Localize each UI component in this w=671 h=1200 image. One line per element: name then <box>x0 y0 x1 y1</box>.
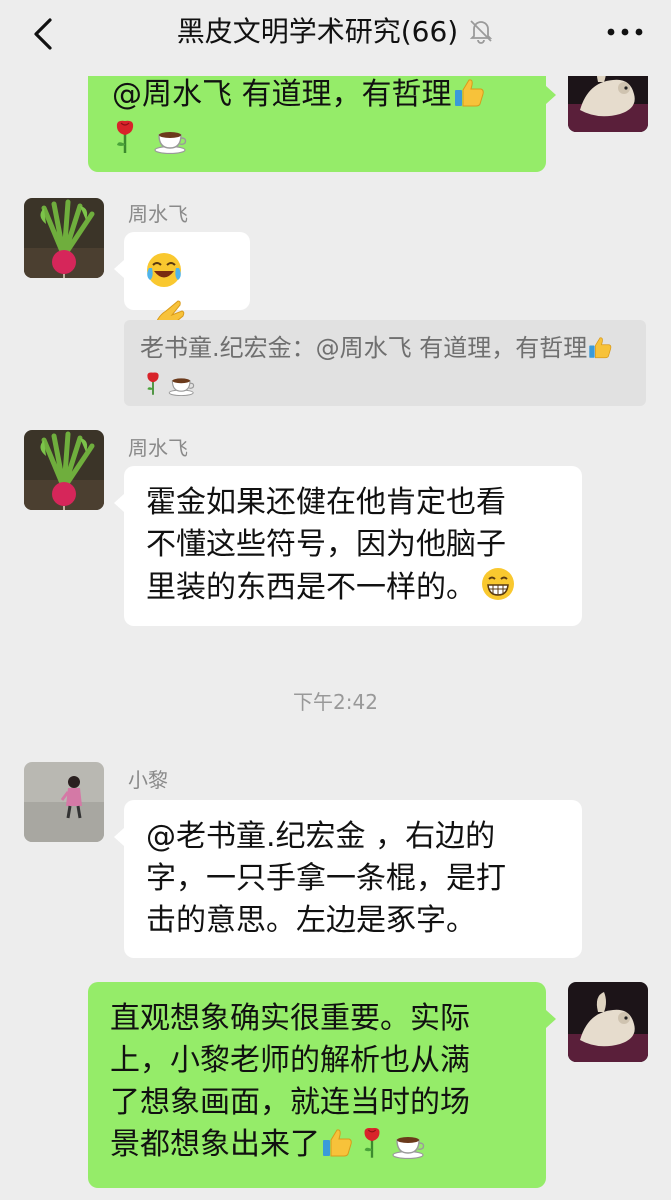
message-bubble[interactable]: @老书童.纪宏金 ，右边的 字，一只手拿一条棍，是打 击的意思。左边是豖字。 <box>114 800 582 958</box>
avatar-xiaoli[interactable] <box>24 762 104 842</box>
emoji-row <box>112 118 522 154</box>
laughing-crying-icon <box>144 250 184 290</box>
thumbs-up-icon <box>320 1125 354 1159</box>
sender-name: 小黎 <box>128 768 168 792</box>
coffee-icon <box>392 1129 426 1159</box>
message-line: 霍金如果还健在他肯定也看 <box>146 485 506 520</box>
avatar-zhoushuifei[interactable] <box>24 430 104 510</box>
message-text: @周水飞 有道理，有哲理 <box>112 74 522 116</box>
message-line: 了想象画面，就连当时的场 <box>110 1085 470 1120</box>
bell-mute-icon <box>470 20 493 44</box>
timestamp: 下午2:42 <box>293 690 378 714</box>
sender-name: 周水飞 <box>128 436 188 460</box>
message-bubble[interactable] <box>114 232 250 332</box>
sender-name: 周水飞 <box>128 202 188 226</box>
thumbs-up-icon <box>587 334 613 360</box>
coffee-icon <box>153 124 188 154</box>
message-line: 字，一只手拿一条棍，是打 <box>146 861 506 896</box>
quote-text: 老书童.纪宏金：@周水飞 有道理，有哲理 <box>140 334 588 362</box>
quoted-message[interactable]: 老书童.纪宏金：@周水飞 有道理，有哲理 <box>124 320 646 406</box>
message-line: 上，小黎老师的解析也从满 <box>110 1043 470 1078</box>
message-line: 不懂这些符号，因为他脑子 <box>146 527 506 562</box>
coffee-icon <box>168 372 196 396</box>
message-line: @老书童.纪宏金 ，右边的 <box>146 819 496 854</box>
message-line: 击的意思。左边是豖字。 <box>146 903 476 938</box>
rose-icon <box>144 370 162 396</box>
message-bubble-self[interactable]: 直观想象确实很重要。实际 上，小黎老师的解析也从满 了想象画面，就连当时的场 景… <box>88 982 556 1188</box>
chat-header: 黑皮文明学术研究(66) <box>0 0 671 76</box>
more-icon[interactable] <box>605 26 645 38</box>
message-line: 直观想象确实很重要。实际 <box>110 1001 470 1036</box>
message-line-last: 景都想象出来了 <box>110 1124 524 1166</box>
message-line-last: 里装的东西是不一样的。 <box>146 566 560 609</box>
avatar-self[interactable] <box>568 982 648 1062</box>
rose-icon <box>112 118 138 154</box>
message-bubble[interactable]: 霍金如果还健在他肯定也看 不懂这些符号，因为他脑子 里装的东西是不一样的。 <box>114 466 582 626</box>
thumbs-up-icon <box>452 75 486 109</box>
rose-icon <box>360 1125 384 1159</box>
chat-title: 黑皮文明学术研究(66) <box>176 15 459 48</box>
chat-title-row: 黑皮文明学术研究(66) <box>0 14 671 50</box>
grinning-icon <box>480 566 516 602</box>
avatar-zhoushuifei[interactable] <box>24 198 104 278</box>
